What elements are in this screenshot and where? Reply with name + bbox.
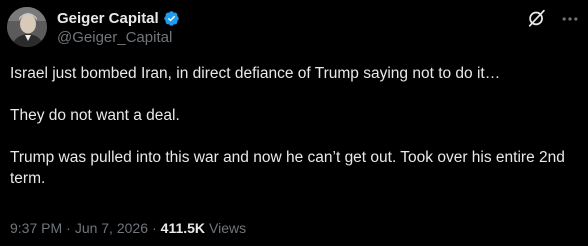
- tweet-card: Geiger Capital @Geiger_Capital Israel ju…: [0, 0, 588, 246]
- post-date[interactable]: Jun 7, 2026: [75, 220, 148, 236]
- grok-icon[interactable]: [526, 7, 548, 29]
- avatar-image: [7, 7, 47, 47]
- meta-separator: ·: [151, 220, 157, 236]
- post-time[interactable]: 9:37 PM: [10, 220, 62, 236]
- more-options-icon[interactable]: [560, 9, 580, 29]
- author-handle[interactable]: @Geiger_Capital: [57, 29, 172, 46]
- post-meta: 9:37 PM · Jun 7, 2026 · 411.5K Views: [10, 220, 246, 236]
- post-text: Israel just bombed Iran, in direct defia…: [10, 63, 578, 189]
- post-paragraph: They do not want a deal.: [10, 107, 180, 124]
- author-name-row[interactable]: Geiger Capital: [57, 8, 180, 28]
- avatar[interactable]: [7, 7, 47, 47]
- views-label: Views: [209, 220, 247, 236]
- author-display-name[interactable]: Geiger Capital: [57, 10, 159, 27]
- post-paragraph: Israel just bombed Iran, in direct defia…: [10, 65, 501, 82]
- meta-separator: ·: [66, 220, 71, 236]
- views-count: 411.5K: [160, 220, 206, 236]
- verified-badge-icon: [163, 10, 180, 27]
- post-paragraph: Trump was pulled into this war and now h…: [10, 149, 565, 187]
